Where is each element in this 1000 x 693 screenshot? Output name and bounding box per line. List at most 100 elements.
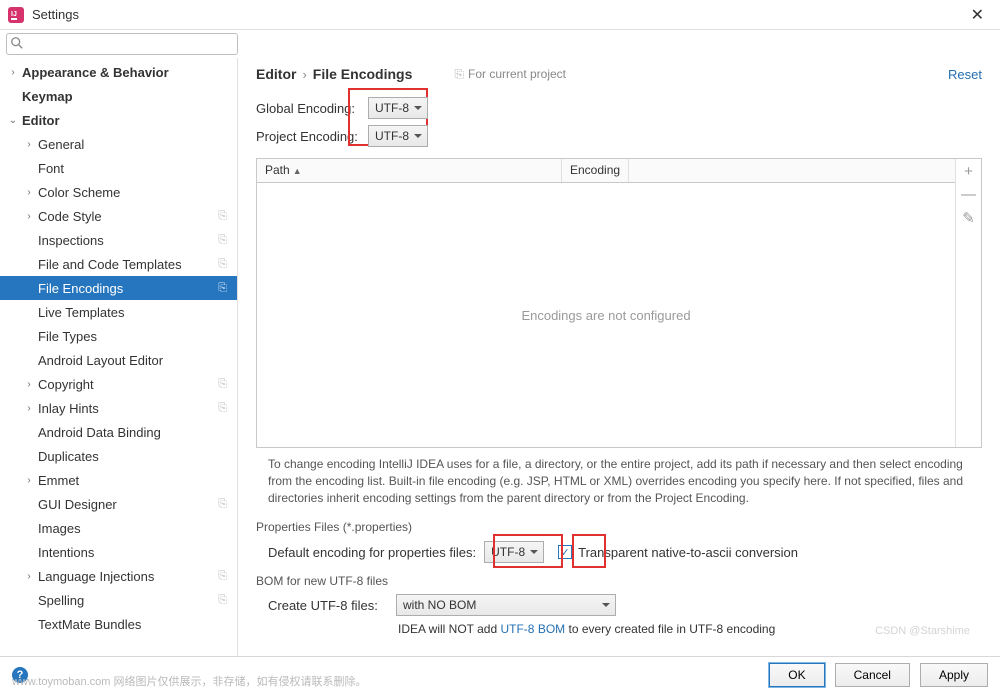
sidebar-item-label: Android Layout Editor	[36, 353, 237, 368]
apply-button[interactable]: Apply	[920, 663, 988, 687]
sidebar-item-label: Appearance & Behavior	[20, 65, 237, 80]
project-badge-icon: ⎘	[218, 570, 227, 583]
sort-asc-icon: ▲	[293, 166, 302, 176]
sidebar-item-code-style[interactable]: ›Code Style⎘	[0, 204, 237, 228]
ok-button[interactable]: OK	[769, 663, 824, 687]
reset-link[interactable]: Reset	[948, 67, 982, 82]
properties-encoding-label: Default encoding for properties files:	[268, 545, 476, 560]
sidebar-item-label: Spelling	[36, 593, 237, 608]
create-utf8-label: Create UTF-8 files:	[268, 598, 396, 613]
sidebar-item-label: GUI Designer	[36, 497, 237, 512]
watermark-toymoban: www.toymoban.com 网络图片仅供展示，非存储，如有侵权请联系删除。	[12, 673, 366, 689]
sidebar-item-language-injections[interactable]: ›Language Injections⎘	[0, 564, 237, 588]
svg-text:IJ: IJ	[11, 11, 17, 18]
sidebar-item-label: Inlay Hints	[36, 401, 237, 416]
col-path[interactable]: Path▲	[257, 159, 562, 182]
project-encoding-label: Project Encoding:	[256, 129, 368, 144]
chevron-icon: ›	[22, 571, 36, 582]
sidebar-item-font[interactable]: Font	[0, 156, 237, 180]
sidebar-item-appearance-behavior[interactable]: ›Appearance & Behavior	[0, 60, 237, 84]
col-encoding[interactable]: Encoding	[562, 159, 629, 182]
sidebar-item-label: File and Code Templates	[36, 257, 237, 272]
sidebar-item-textmate-bundles[interactable]: TextMate Bundles	[0, 612, 237, 636]
sidebar-item-intentions[interactable]: Intentions	[0, 540, 237, 564]
chevron-icon: ›	[22, 403, 36, 414]
chevron-icon: ⌄	[6, 115, 20, 126]
sidebar-item-editor[interactable]: ⌄Editor	[0, 108, 237, 132]
sidebar-item-keymap[interactable]: Keymap	[0, 84, 237, 108]
project-badge-icon: ⎘	[218, 378, 227, 391]
sidebar-item-duplicates[interactable]: Duplicates	[0, 444, 237, 468]
sidebar-item-label: Copyright	[36, 377, 237, 392]
project-badge-icon: ⎘	[218, 258, 227, 271]
transparent-ascii-checkbox[interactable]: ✓ Transparent native-to-ascii conversion	[558, 545, 798, 560]
search-icon	[10, 36, 24, 53]
sidebar-item-label: Language Injections	[36, 569, 237, 584]
sidebar-item-label: Live Templates	[36, 305, 237, 320]
sidebar-item-label: Inspections	[36, 233, 237, 248]
sidebar-item-label: Keymap	[20, 89, 237, 104]
project-badge-icon: ⎘	[218, 594, 227, 607]
sidebar-item-label: TextMate Bundles	[36, 617, 237, 632]
add-icon[interactable]: +	[964, 163, 973, 180]
sidebar-item-label: File Types	[36, 329, 237, 344]
content-pane: Editor › File Encodings ⎘For current pro…	[238, 58, 1000, 656]
bom-section-title: BOM for new UTF-8 files	[238, 568, 1000, 590]
sidebar-item-live-templates[interactable]: Live Templates	[0, 300, 237, 324]
sidebar-item-label: Emmet	[36, 473, 237, 488]
sidebar-item-label: Images	[36, 521, 237, 536]
sidebar-item-label: Android Data Binding	[36, 425, 237, 440]
chevron-icon: ›	[22, 187, 36, 198]
window-title: Settings	[32, 7, 963, 22]
properties-section-title: Properties Files (*.properties)	[238, 514, 1000, 536]
chevron-icon: ›	[22, 475, 36, 486]
project-badge-icon: ⎘	[218, 282, 227, 295]
sidebar-item-android-layout-editor[interactable]: Android Layout Editor	[0, 348, 237, 372]
breadcrumb-file-encodings: File Encodings	[313, 66, 413, 82]
sidebar-item-label: Font	[36, 161, 237, 176]
sidebar-item-file-and-code-templates[interactable]: File and Code Templates⎘	[0, 252, 237, 276]
cancel-button[interactable]: Cancel	[835, 663, 910, 687]
project-badge-icon: ⎘	[218, 402, 227, 415]
sidebar-item-images[interactable]: Images	[0, 516, 237, 540]
sidebar-item-inlay-hints[interactable]: ›Inlay Hints⎘	[0, 396, 237, 420]
sidebar-item-file-types[interactable]: File Types	[0, 324, 237, 348]
breadcrumb-editor[interactable]: Editor	[256, 66, 296, 82]
sidebar-item-file-encodings[interactable]: File Encodings⎘	[0, 276, 237, 300]
sidebar-item-spelling[interactable]: Spelling⎘	[0, 588, 237, 612]
sidebar-item-color-scheme[interactable]: ›Color Scheme	[0, 180, 237, 204]
checkbox-icon: ✓	[558, 545, 572, 559]
sidebar-item-label: Duplicates	[36, 449, 237, 464]
remove-icon[interactable]: —	[961, 186, 976, 203]
for-current-project: ⎘For current project	[454, 67, 566, 82]
sidebar-item-label: Intentions	[36, 545, 237, 560]
utf8-bom-link[interactable]: UTF-8 BOM	[500, 622, 565, 636]
sidebar-item-emmet[interactable]: ›Emmet	[0, 468, 237, 492]
sidebar-item-general[interactable]: ›General	[0, 132, 237, 156]
sidebar-item-gui-designer[interactable]: GUI Designer⎘	[0, 492, 237, 516]
sidebar-item-android-data-binding[interactable]: Android Data Binding	[0, 420, 237, 444]
encoding-table: Path▲ Encoding Encodings are not configu…	[256, 158, 982, 448]
project-badge-icon: ⎘	[218, 498, 227, 511]
global-encoding-dropdown[interactable]: UTF-8	[368, 97, 428, 119]
sidebar-item-label: Code Style	[36, 209, 237, 224]
settings-tree: ›Appearance & BehaviorKeymap⌄Editor›Gene…	[0, 58, 238, 656]
sidebar-item-label: General	[36, 137, 237, 152]
project-encoding-dropdown[interactable]: UTF-8	[368, 125, 428, 147]
sidebar-item-copyright[interactable]: ›Copyright⎘	[0, 372, 237, 396]
chevron-icon: ›	[22, 139, 36, 150]
properties-encoding-dropdown[interactable]: UTF-8	[484, 541, 544, 563]
close-icon[interactable]: ✕	[963, 5, 992, 25]
edit-icon[interactable]: ✎	[962, 209, 975, 227]
project-icon: ⎘	[454, 67, 464, 81]
search-input[interactable]	[6, 33, 238, 55]
chevron-icon: ›	[22, 379, 36, 390]
sidebar-item-label: Color Scheme	[36, 185, 237, 200]
app-icon: IJ	[8, 7, 24, 23]
chevron-icon: ›	[22, 211, 36, 222]
titlebar: IJ Settings ✕	[0, 0, 1000, 30]
search-bar	[0, 30, 1000, 58]
create-utf8-dropdown[interactable]: with NO BOM	[396, 594, 616, 616]
sidebar-item-inspections[interactable]: Inspections⎘	[0, 228, 237, 252]
description-text: To change encoding IntelliJ IDEA uses fo…	[238, 448, 1000, 514]
